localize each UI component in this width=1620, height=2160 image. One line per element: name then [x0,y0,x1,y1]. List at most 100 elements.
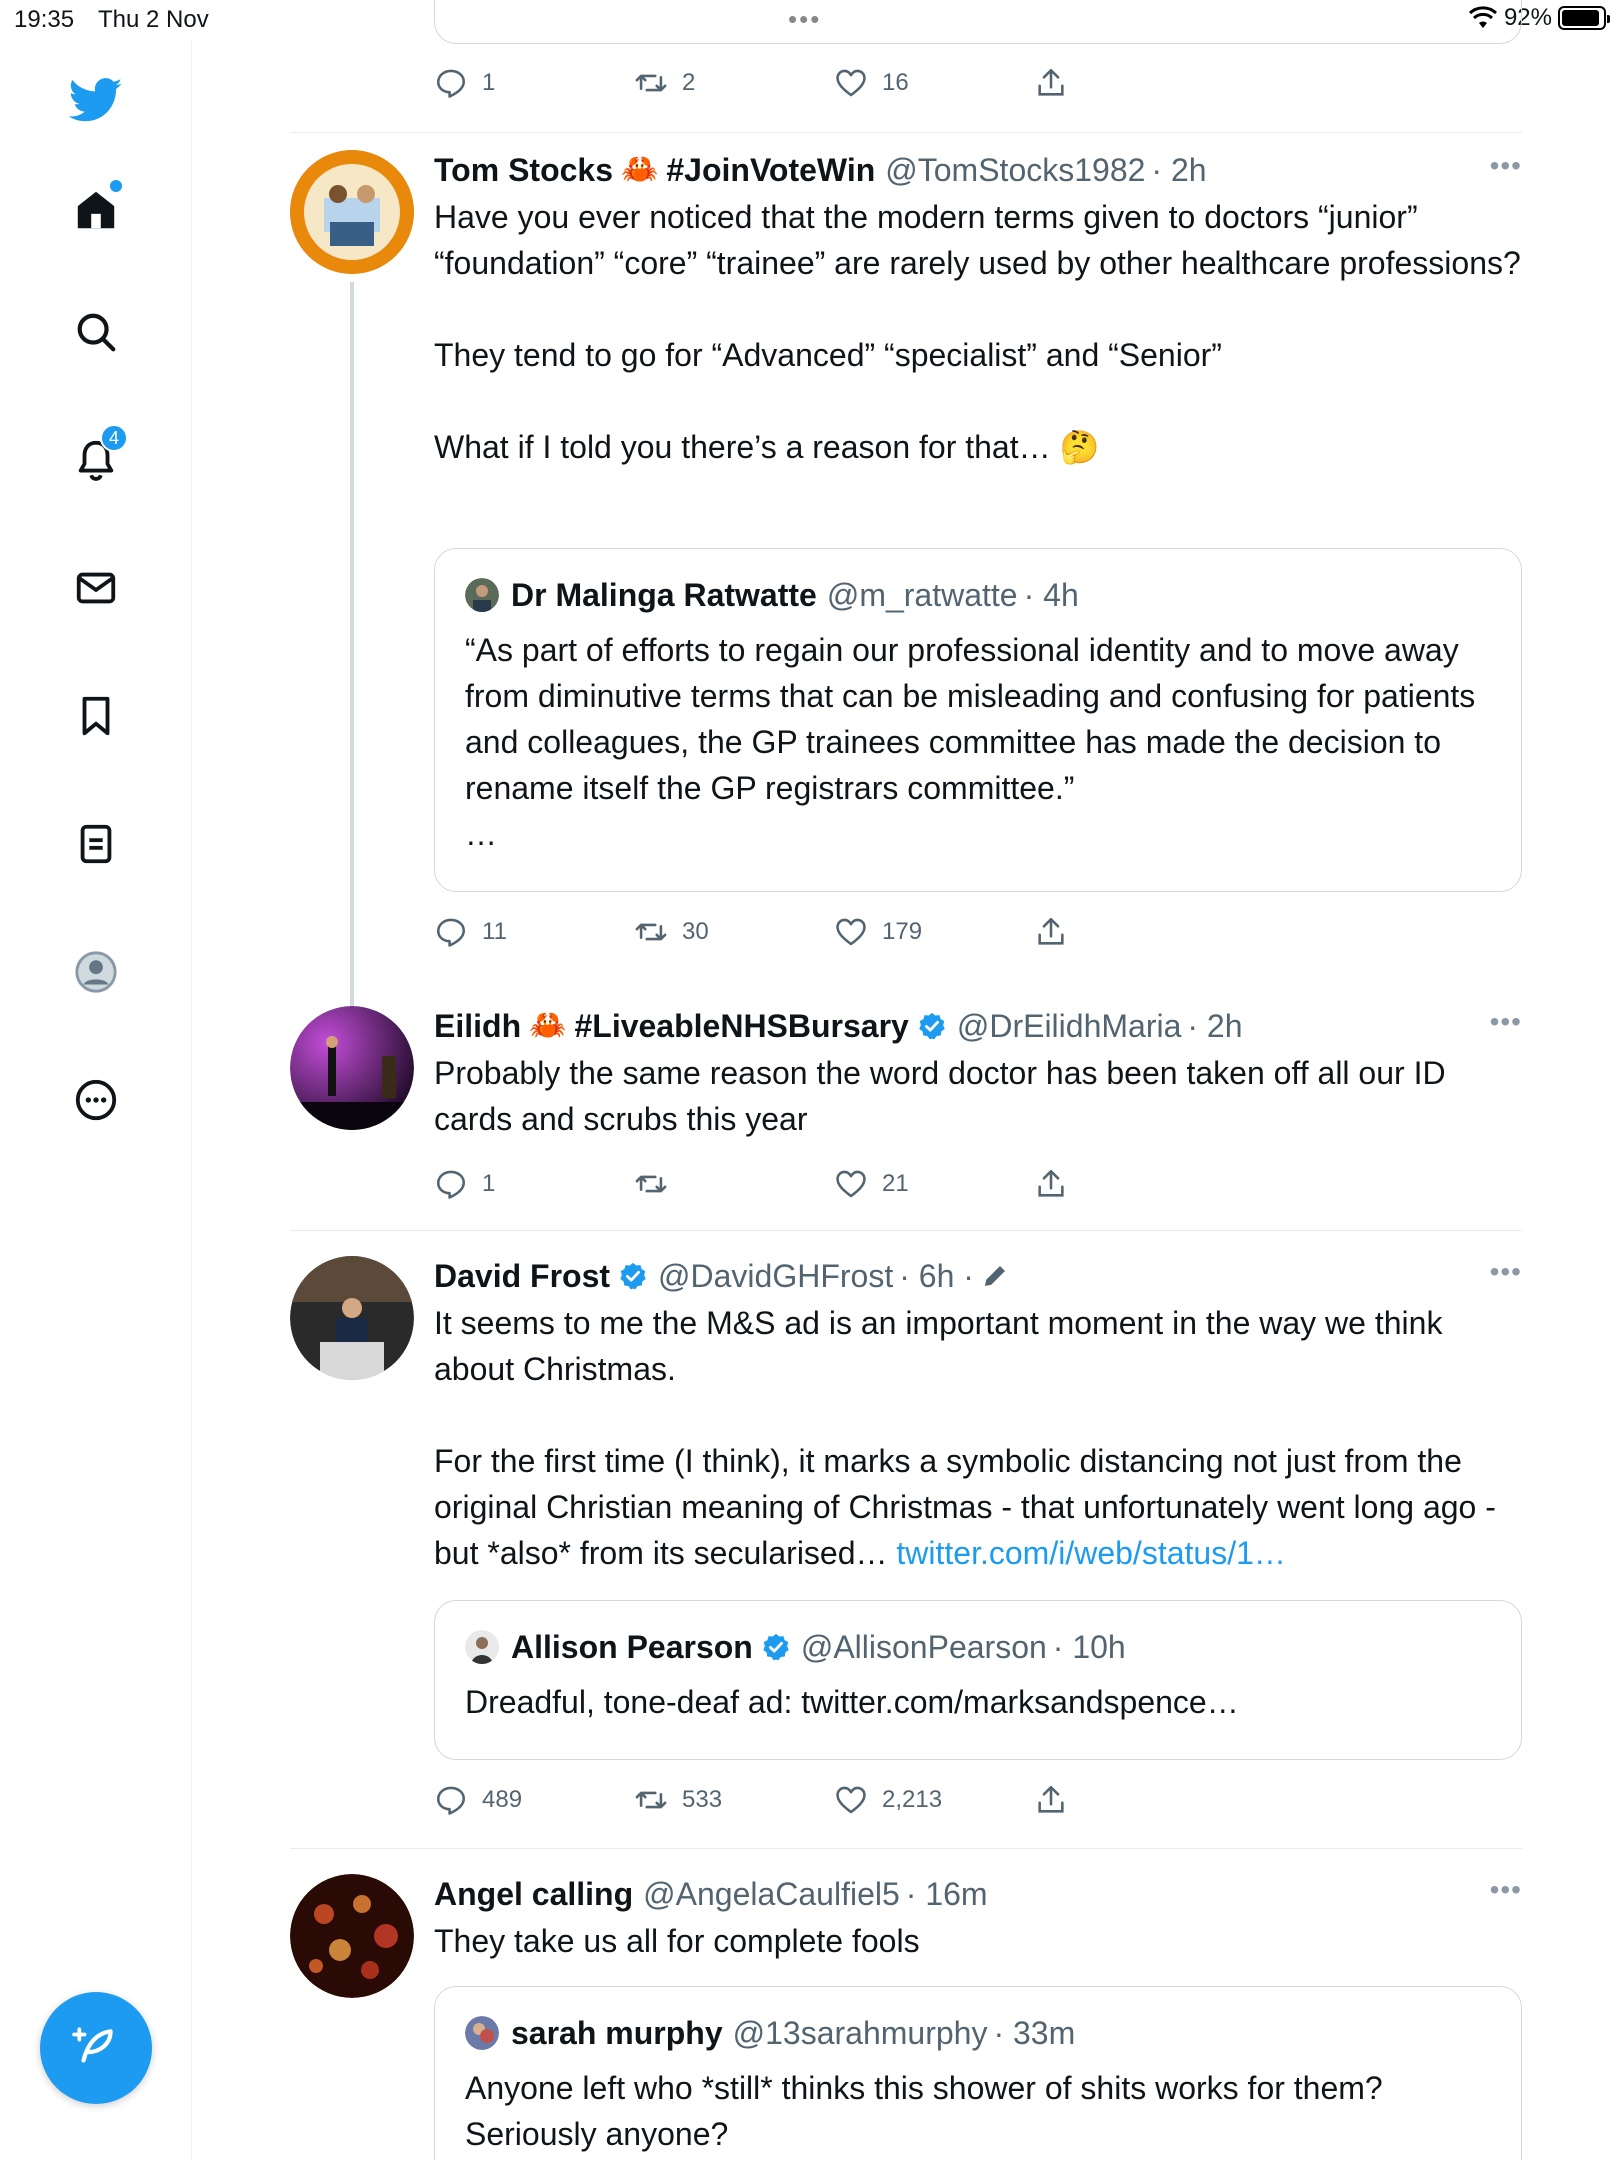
share-button[interactable] [1034,1783,1068,1817]
tweet-text: Probably the same reason the word doctor… [434,1055,1446,1137]
retweet-button[interactable] [634,1167,682,1201]
list-icon [80,824,112,864]
reply-icon [436,69,466,98]
nav-lists[interactable] [66,814,126,874]
tweet-author-name[interactable]: David Frost [434,1256,610,1296]
tweet-divider [290,1848,1522,1849]
nav-messages[interactable] [66,558,126,618]
reply-button[interactable]: 1 [434,1167,495,1201]
quote-text: Dreadful, tone-deaf ad: twitter.com/mark… [465,1684,1239,1720]
tweet-text: Have you ever noticed that the modern te… [434,199,1521,465]
verified-badge-icon [763,1633,789,1661]
quote-author-name: Dr Malinga Ratwatte [511,577,817,613]
quoted-tweet[interactable]: sarah murphy @13sarahmurphy · 33m Anyone… [434,1986,1522,2160]
avatar[interactable] [290,150,414,274]
nav-home[interactable] [66,180,126,240]
status-time: 19:35 [14,6,75,33]
reply-icon [436,1786,466,1815]
like-button[interactable]: 21 [834,1167,909,1201]
nav-explore[interactable] [66,302,126,362]
quoted-tweet[interactable]: Dr Malinga Ratwatte @m_ratwatte · 4h “As… [434,548,1522,892]
quote-avatar [465,578,499,612]
nav-notifications[interactable]: 4 [66,424,128,490]
tweet-time[interactable]: · 16m [906,1874,988,1914]
tweet-tom-stocks[interactable]: Tom Stocks 🦀 #JoinVoteWin @TomStocks1982… [290,150,1522,1024]
more-options-icon[interactable]: ••• [1490,1256,1522,1288]
quote-avatar [465,1630,499,1664]
retweet-icon [635,923,667,941]
heart-icon [836,1786,866,1814]
like-button[interactable]: 16 [834,66,909,100]
quote-time: · 33m [993,2015,1076,2051]
tweet-angel-calling[interactable]: Angel calling @AngelaCaulfiel5 · 16m •••… [290,1874,1522,2160]
tweet-handle[interactable]: @DavidGHFrost [658,1256,893,1296]
share-icon [1038,68,1064,96]
retweet-icon [635,74,667,92]
avatar[interactable] [290,1874,414,1998]
sidebar-nav: 4 [0,40,192,2160]
tweet-time[interactable]: · 2h [1187,1006,1242,1046]
nav-profile[interactable] [66,942,126,1002]
reply-button[interactable]: 11 [434,915,507,949]
compose-tweet-button[interactable] [40,1992,152,2104]
quoted-tweet[interactable]: Allison Pearson @AllisonPearson · 10h Dr… [434,1600,1522,1760]
tweet-time[interactable]: · 6h · [899,1256,974,1296]
tweet-link[interactable]: twitter.com/i/web/status/1… [896,1535,1285,1571]
reply-button[interactable]: 489 [434,1783,522,1817]
reply-icon [436,1170,466,1199]
heart-icon [836,1170,866,1198]
tweet-author-name-suffix[interactable]: #JoinVoteWin [666,150,875,190]
more-options-icon[interactable]: ••• [1490,150,1522,182]
crab-emoji: 🦀 [529,1009,567,1042]
more-options-icon[interactable]: ••• [1490,1874,1522,1906]
twitter-logo-icon[interactable] [66,70,126,130]
quote-author-name: sarah murphy [511,2015,723,2051]
avatar[interactable] [290,1006,414,1130]
heart-icon [836,69,866,97]
reply-icon [436,918,466,947]
quote-text: “As part of efforts to regain our profes… [465,632,1476,852]
tweet-time[interactable]: · 2h [1151,150,1206,190]
share-button[interactable] [1034,66,1068,100]
tweet-text: It seems to me the M&S ad is an importan… [434,1305,1496,1571]
thread-line [350,282,354,1024]
previous-quote-card[interactable] [434,0,1522,44]
tweet-text: They take us all for complete fools [434,1923,920,1959]
action-bar: 1 21 [434,1164,1522,1204]
action-bar: 1 2 16 [434,63,1522,103]
share-icon [1038,1169,1064,1197]
tweet-author-name[interactable]: Angel calling [434,1874,633,1914]
reply-button[interactable]: 1 [434,66,495,100]
tweet-david-frost[interactable]: David Frost @DavidGHFrost · 6h · ••• It … [290,1256,1522,1816]
share-button[interactable] [1034,1167,1068,1201]
verified-badge-icon [620,1262,646,1290]
retweet-button[interactable]: 30 [634,915,709,949]
home-unread-dot [110,180,122,192]
retweet-button[interactable]: 2 [634,66,695,100]
like-button[interactable]: 179 [834,915,922,949]
action-bar: 489 533 2,213 [434,1780,1522,1820]
edited-pencil-icon[interactable] [980,1261,1010,1291]
share-icon [1038,917,1064,945]
nav-more[interactable] [66,1070,126,1130]
tweet-handle[interactable]: @AngelaCaulfiel5 [643,1874,900,1914]
nav-bookmarks[interactable] [66,686,126,746]
more-options-icon[interactable]: ••• [1490,1006,1522,1038]
quote-avatar [465,2016,499,2050]
retweet-button[interactable]: 533 [634,1783,722,1817]
tweet-handle[interactable]: @TomStocks1982 [885,150,1145,190]
tweet-author-name-suffix[interactable]: #LiveableNHSBursary [574,1006,908,1046]
tweet-handle[interactable]: @DrEilidhMaria [957,1006,1182,1046]
compose-feather-icon [72,2027,113,2063]
share-button[interactable] [1034,915,1068,949]
avatar[interactable] [290,1256,414,1380]
tweet-author-name[interactable]: Eilidh [434,1006,521,1046]
tweet-header: Angel calling @AngelaCaulfiel5 · 16m [434,1874,1522,1914]
quote-time: · 4h [1023,577,1079,613]
like-button[interactable]: 2,213 [834,1783,942,1817]
more-circle-icon [75,1079,117,1121]
tweet-author-name[interactable]: Tom Stocks [434,150,613,190]
tweet-eilidh[interactable]: Eilidh 🦀 #LiveableNHSBursary @DrEilidhMa… [290,1006,1522,1206]
quote-text: Anyone left who *still* thinks this show… [465,2070,1383,2152]
quote-handle: @AllisonPearson [800,1629,1047,1665]
